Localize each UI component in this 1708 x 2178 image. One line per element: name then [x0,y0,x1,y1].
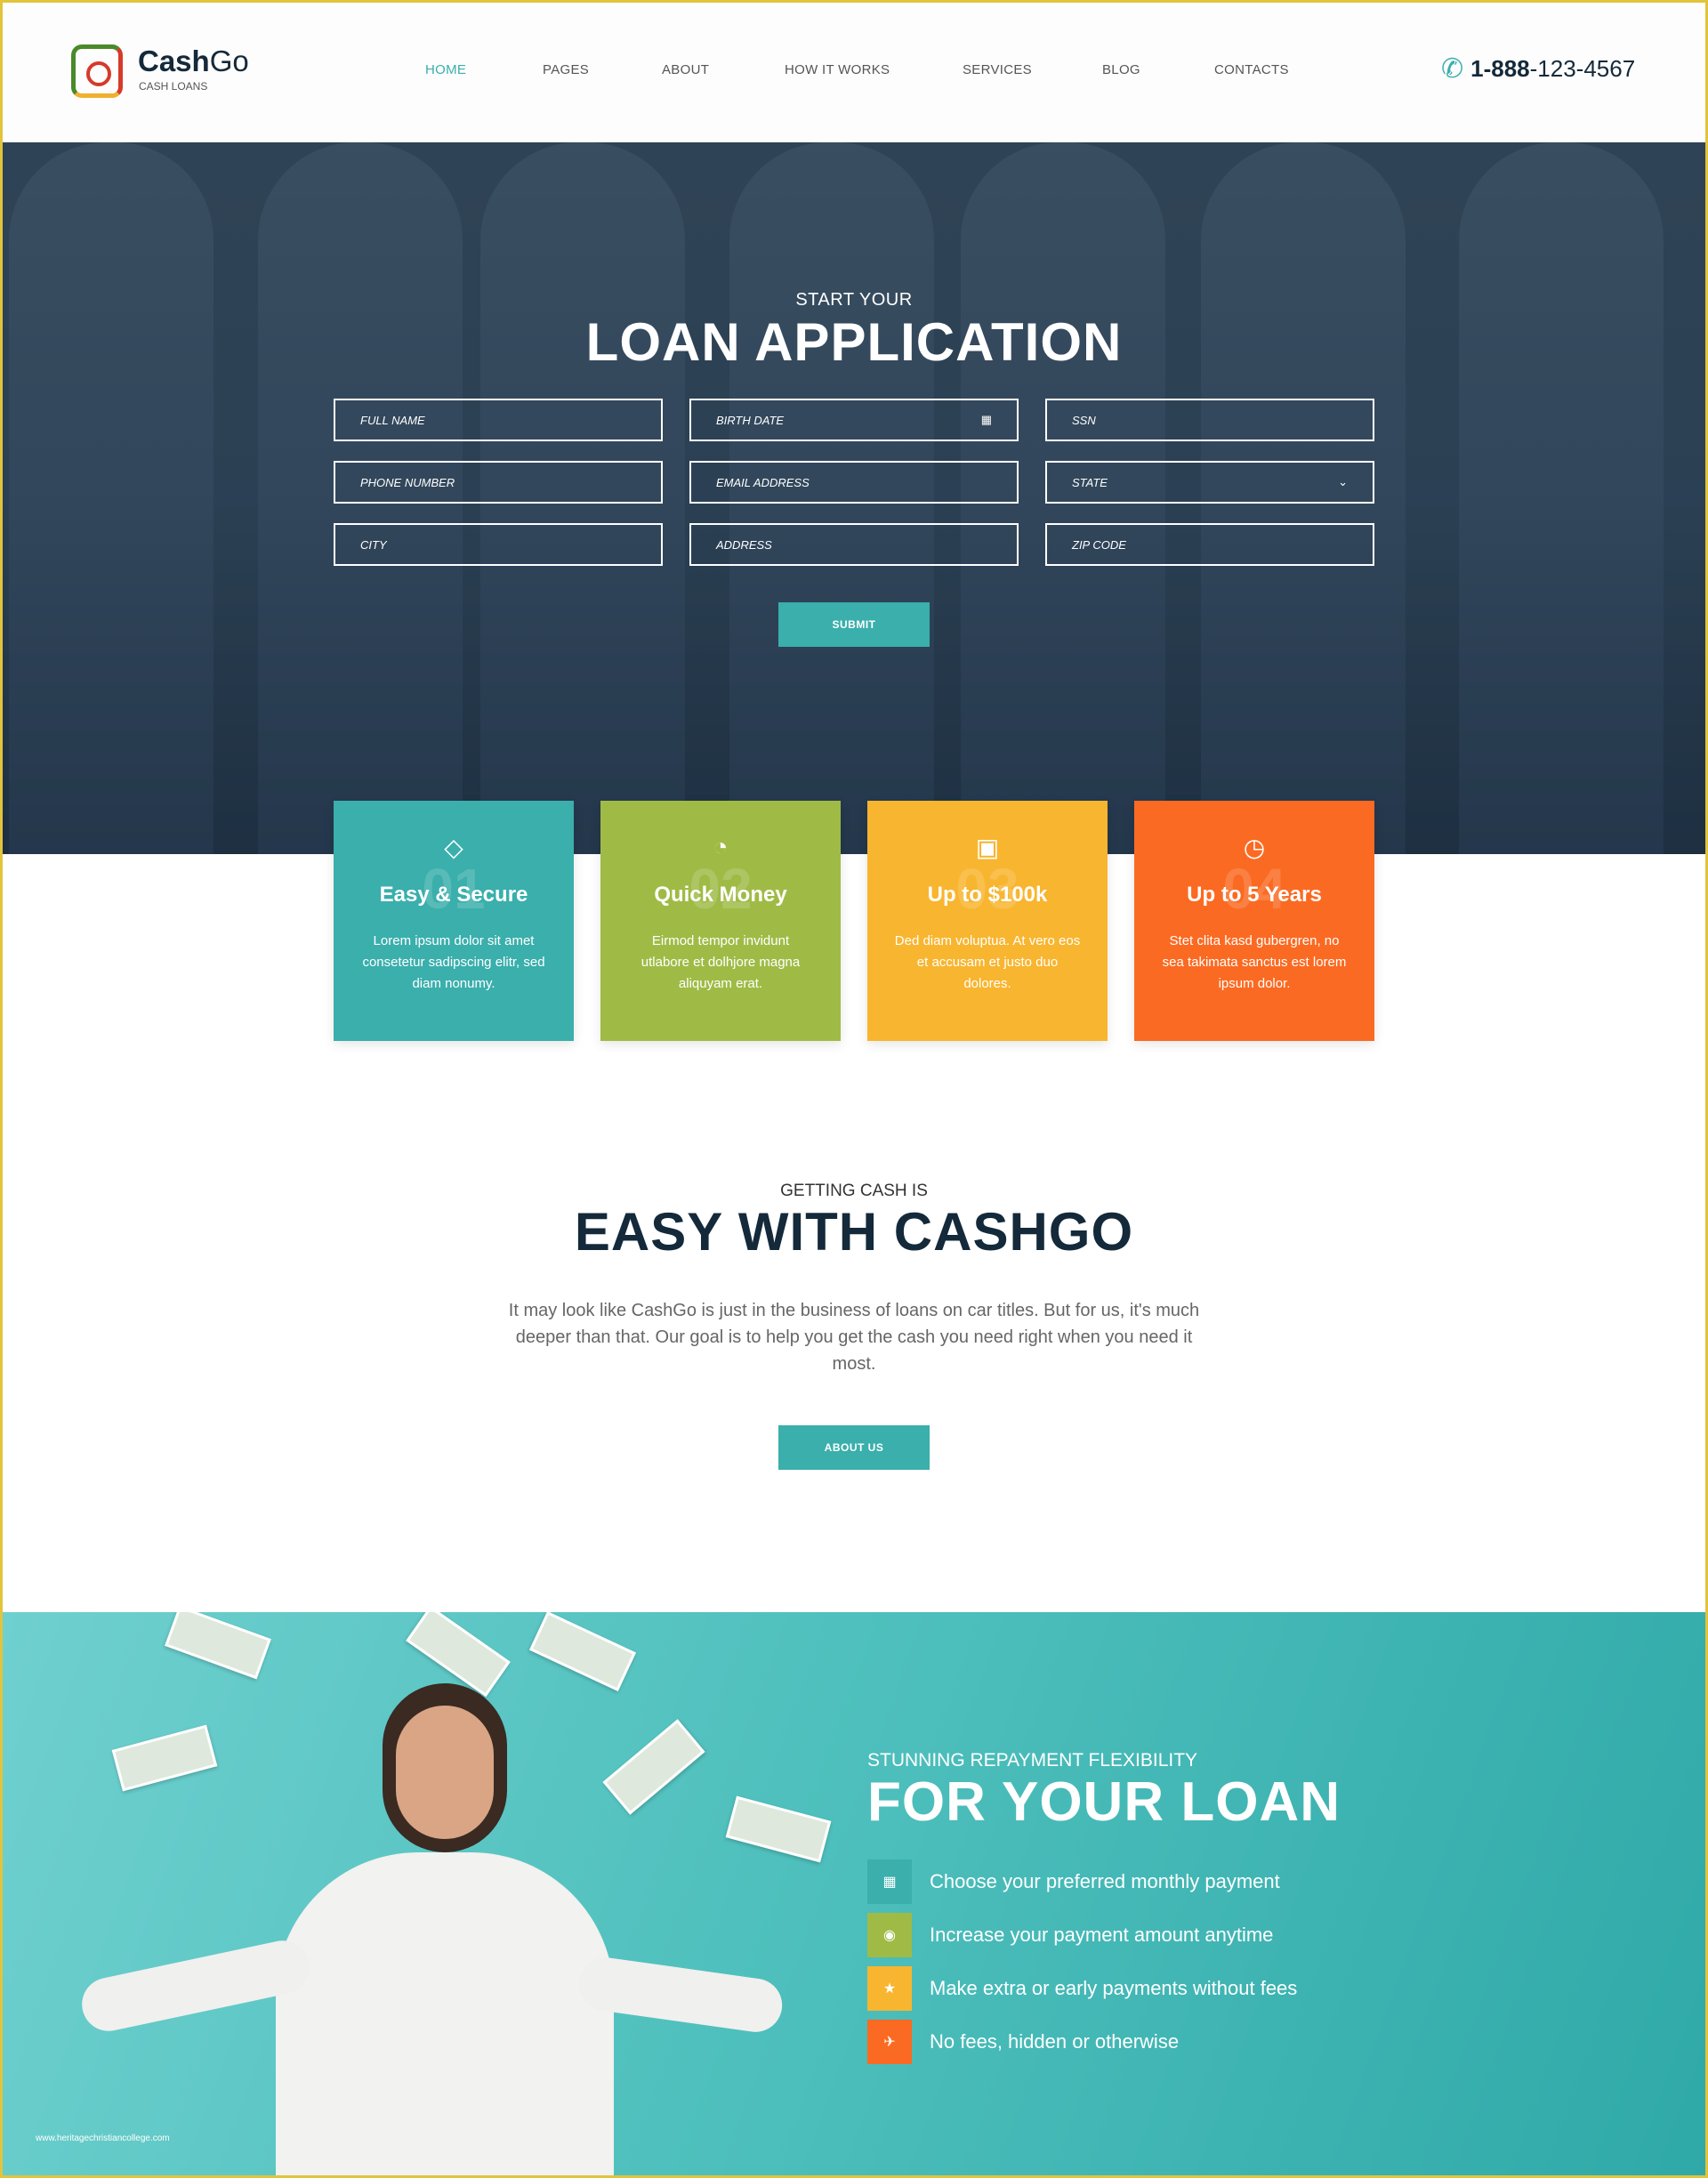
money-bill-image [111,1724,218,1792]
about-title: EASY WITH CASHGO [574,1202,1134,1262]
card-text: Lorem ipsum dolor sit amet consetetur sa… [362,933,545,991]
brand-bold: Cash [138,44,210,77]
address-input[interactable]: ADDRESS [689,523,1019,566]
state-select[interactable]: STATE ⌄ [1045,461,1374,504]
placeholder: FULL NAME [360,413,425,427]
logo-icon[interactable] [71,44,123,98]
about-kicker: GETTING CASH IS [780,1182,928,1200]
hero-title: LOAN APPLICATION [585,312,1123,372]
brand-light: Go [209,44,249,77]
site-header: CashGo CASH LOANS HOME PAGES ABOUT HOW I… [0,0,1708,142]
flex-kicker: STUNNING REPAYMENT FLEXIBILITY [867,1750,1198,1771]
card-title: Quick Money [654,883,787,907]
feature-card-up-to-100k: ▣ 03 Up to $100k Ded diam voluptua. At v… [867,801,1108,1041]
calendar-icon: ▦ [980,413,992,426]
watermark: www.heritagechristiancollege.com [36,2134,170,2143]
flex-title: FOR YOUR LOAN [867,1771,1341,1833]
card-text: Eirmod tempor invidunt utlabore et dolhj… [640,933,801,991]
target-icon: ◉ [867,1913,912,1957]
card-text: Ded diam voluptua. At vero eos et accusa… [894,933,1081,991]
money-bill-image [529,1612,636,1691]
nav-how-it-works[interactable]: HOW IT WORKS [785,62,890,77]
placeholder: PHONE NUMBER [360,475,455,489]
feature-card-up-to-5-years: ◷ 04 Up to 5 Years Stet clita kasd guber… [1134,801,1374,1041]
list-item: ★ Make extra or early payments without fe… [867,1966,1297,2011]
phone-number-input[interactable]: PHONE NUMBER [334,461,663,504]
card-title: Up to 5 Years [1187,883,1322,907]
nav-contacts[interactable]: CONTACTS [1214,62,1289,77]
card-text: Stet clita kasd gubergren, no sea takima… [1162,933,1347,991]
nav-home[interactable]: HOME [425,62,466,77]
nav-blog[interactable]: BLOG [1102,62,1140,77]
woman-photo-face [396,1706,494,1839]
money-bill-image [602,1719,705,1815]
brand-name[interactable]: CashGo [138,44,249,78]
hero-kicker: START YOUR [795,290,913,310]
email-address-input[interactable]: EMAIL ADDRESS [689,461,1019,504]
full-name-input[interactable]: FULL NAME [334,399,663,441]
placeholder: EMAIL ADDRESS [716,475,810,489]
phone-link[interactable]: ✆ 1-888-123-4567 [1441,53,1635,85]
calendar-icon: ▦ [867,1859,912,1904]
submit-button[interactable]: SUBMIT [778,602,930,647]
phone-rest: -123-4567 [1529,55,1636,82]
phone-bold: 1-888 [1470,55,1530,82]
about-us-button[interactable]: ABOUT US [778,1425,930,1470]
list-item-text: Make extra or early payments without fee… [930,1977,1298,1999]
list-item: ◉ Increase your payment amount anytime [867,1913,1273,1957]
list-item: ✈ No fees, hidden or otherwise [867,2020,1179,2064]
nav-pages[interactable]: PAGES [543,62,589,77]
placeholder: ADDRESS [716,537,772,552]
money-bill-image [165,1612,271,1680]
placeholder: CITY [360,537,387,552]
woman-photo-sweater [276,1852,614,2178]
about-text: It may look like CashGo is just in the b… [508,1301,1200,1374]
flexibility-section [0,1612,1708,2178]
list-item-text: Increase your payment amount anytime [930,1924,1274,1946]
card-title: Easy & Secure [379,883,528,907]
feature-card-quick-money: ◔ 02 Quick Money Eirmod tempor invidunt … [600,801,841,1041]
placeholder: SSN [1072,413,1096,427]
nav-about[interactable]: ABOUT [662,62,709,77]
money-bill-image [725,1795,832,1863]
feature-card-easy-secure: ◇ 01 Easy & Secure Lorem ipsum dolor sit… [334,801,574,1041]
list-item-text: Choose your preferred monthly payment [930,1870,1280,1892]
city-input[interactable]: CITY [334,523,663,566]
placeholder: ZIP CODE [1072,537,1126,552]
nav-services[interactable]: SERVICES [963,62,1032,77]
list-item-text: No fees, hidden or otherwise [930,2030,1180,2053]
birth-date-input[interactable]: BIRTH DATE ▦ [689,399,1019,441]
placeholder: STATE [1072,475,1108,489]
plane-icon: ✈ [867,2020,912,2064]
placeholder: BIRTH DATE [716,413,785,427]
zip-code-input[interactable]: ZIP CODE [1045,523,1374,566]
phone-icon: ✆ [1441,54,1464,84]
chevron-down-icon: ⌄ [1338,475,1348,488]
star-icon: ★ [867,1966,912,2011]
list-item: ▦ Choose your preferred monthly payment [867,1859,1280,1904]
ssn-input[interactable]: SSN [1045,399,1374,441]
card-title: Up to $100k [927,883,1048,907]
brand-tagline: CASH LOANS [139,80,208,93]
